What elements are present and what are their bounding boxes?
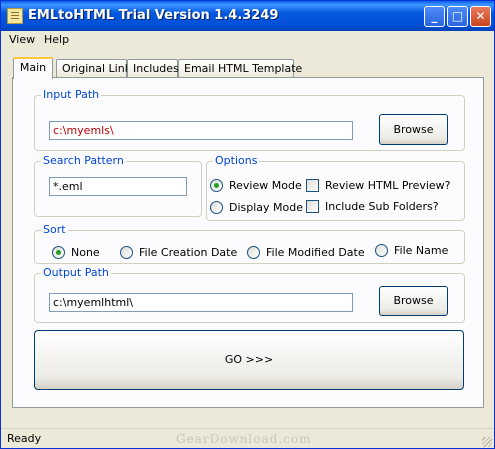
maximize-button[interactable]: □ <box>447 6 468 27</box>
output-path-field[interactable]: c:\myemlhtml\ <box>49 293 353 312</box>
status-text: Ready <box>7 432 42 445</box>
search-pattern-field[interactable]: *.eml <box>49 177 187 196</box>
tab-email-html-template[interactable]: Email HTML Template <box>178 59 302 78</box>
main-tab-panel: Input Path c:\myemls\ Browse Search Patt… <box>12 77 484 408</box>
input-path-field[interactable]: c:\myemls\ <box>49 121 353 140</box>
go-button[interactable]: GO >>> <box>34 330 464 390</box>
display-mode-label: Display Mode <box>229 201 304 214</box>
review-html-preview-label: Review HTML Preview? <box>325 179 451 192</box>
resize-grip[interactable] <box>482 437 492 447</box>
sort-creation-date-radio[interactable] <box>120 246 133 259</box>
output-path-legend: Output Path <box>41 266 111 279</box>
options-legend: Options <box>213 154 260 167</box>
app-icon[interactable] <box>7 8 23 24</box>
review-html-preview-checkbox[interactable] <box>306 179 319 192</box>
search-pattern-group: Search Pattern *.eml <box>34 154 202 217</box>
display-mode-radio[interactable] <box>210 201 223 214</box>
options-group: Options Review Mode Display Mode Review … <box>206 154 465 221</box>
sort-legend: Sort <box>41 223 68 236</box>
sort-creation-date-label: File Creation Date <box>139 246 238 259</box>
sort-group: Sort None File Creation Date File Modifi… <box>34 223 465 264</box>
tab-main[interactable]: Main <box>13 57 53 79</box>
output-path-group: Output Path c:\myemlhtml\ Browse <box>34 266 465 323</box>
include-sub-folders-label: Include Sub Folders? <box>325 200 439 213</box>
sort-modified-date-radio[interactable] <box>247 246 260 259</box>
tab-original-link[interactable]: Original Link <box>56 59 131 78</box>
sort-file-name-radio[interactable] <box>375 244 388 257</box>
sort-modified-date-label: File Modified Date <box>266 246 365 259</box>
sort-none-radio[interactable] <box>52 246 65 259</box>
sort-file-name-label: File Name <box>394 244 449 257</box>
tab-includes[interactable]: Includes <box>127 59 179 78</box>
menu-bar: View Help <box>1 31 494 49</box>
app-window: EMLtoHTML Trial Version 1.4.3249 _ □ ✕ V… <box>0 0 495 449</box>
input-path-group: Input Path c:\myemls\ Browse <box>34 88 465 151</box>
title-bar[interactable]: EMLtoHTML Trial Version 1.4.3249 _ □ ✕ <box>1 1 494 31</box>
search-pattern-legend: Search Pattern <box>41 154 126 167</box>
close-button[interactable]: ✕ <box>470 6 491 27</box>
menu-view[interactable]: View <box>9 33 35 46</box>
menu-help[interactable]: Help <box>44 33 69 46</box>
review-mode-radio[interactable] <box>210 179 223 192</box>
input-path-legend: Input Path <box>41 88 102 101</box>
minimize-button[interactable]: _ <box>424 6 445 27</box>
input-browse-button[interactable]: Browse <box>379 114 448 145</box>
window-title: EMLtoHTML Trial Version 1.4.3249 <box>28 8 279 23</box>
sort-none-label: None <box>71 246 100 259</box>
review-mode-label: Review Mode <box>229 179 302 192</box>
output-browse-button[interactable]: Browse <box>379 286 448 316</box>
include-sub-folders-checkbox[interactable] <box>306 200 319 213</box>
watermark: GearDownload.com <box>176 432 312 446</box>
